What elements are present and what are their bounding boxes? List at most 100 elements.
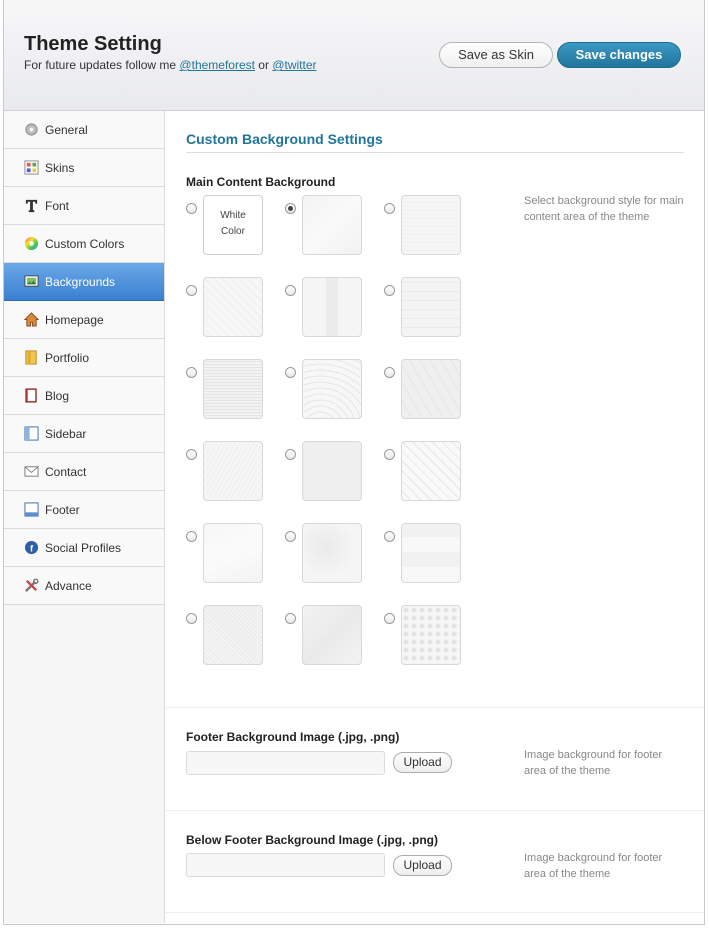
- bg-swatch[interactable]: [302, 359, 362, 419]
- bg-swatch[interactable]: [401, 523, 461, 583]
- image-icon: [24, 275, 39, 287]
- main-bg-help: Select background style for main content…: [524, 195, 684, 223]
- sidebar-item-backgrounds[interactable]: Backgrounds: [4, 263, 164, 301]
- footer-bg-label: Footer Background Image (.jpg, .png): [186, 730, 400, 744]
- bg-swatch[interactable]: [401, 359, 461, 419]
- sidebar-item-label: Custom Colors: [45, 237, 125, 251]
- bg-option-radio-selected[interactable]: [285, 203, 296, 214]
- save-as-skin-button[interactable]: Save as Skin: [439, 42, 553, 68]
- sidebar-item-portfolio[interactable]: Portfolio: [4, 339, 164, 377]
- subtitle: For future updates follow me @themefores…: [24, 58, 317, 72]
- page-title: Theme Setting: [24, 33, 162, 55]
- sidebar-item-skins[interactable]: Skins: [4, 149, 164, 187]
- main-bg-label: Main Content Background: [186, 175, 336, 189]
- color-wheel-icon: [24, 236, 39, 251]
- bg-option-radio[interactable]: [186, 203, 197, 214]
- sidebar-item-label: Font: [45, 199, 70, 213]
- social-icon: f: [24, 540, 39, 555]
- white-line-2: Color: [221, 226, 245, 237]
- bg-swatch[interactable]: [203, 277, 263, 337]
- bg-option-radio[interactable]: [186, 449, 197, 460]
- sidebar-item-advance[interactable]: Advance: [4, 567, 164, 605]
- bg-option-radio[interactable]: [384, 613, 395, 624]
- bg-swatch[interactable]: [401, 605, 461, 665]
- sidebar-item-social-profiles[interactable]: f Social Profiles: [4, 529, 164, 567]
- subtitle-text: For future updates follow me: [24, 58, 180, 72]
- palette-grid-icon: [24, 160, 39, 175]
- sidebar-item-homepage[interactable]: Homepage: [4, 301, 164, 339]
- below-footer-bg-file-field[interactable]: [186, 853, 385, 877]
- bg-swatch[interactable]: [302, 523, 362, 583]
- bg-swatch[interactable]: [302, 605, 362, 665]
- sidebar-item-general[interactable]: General: [4, 111, 164, 149]
- bg-swatch[interactable]: [401, 277, 461, 337]
- bg-option-radio[interactable]: [285, 449, 296, 460]
- bg-option-radio[interactable]: [384, 367, 395, 378]
- below-footer-bg-upload-button[interactable]: Upload: [393, 855, 452, 876]
- bg-option-radio[interactable]: [186, 613, 197, 624]
- bg-option-radio[interactable]: [186, 367, 197, 378]
- main-content: Custom Background Settings Main Content …: [166, 111, 704, 923]
- subtitle-or: or: [254, 58, 273, 72]
- sidebar-nav: General Skins Font Custom Colors Backgro…: [4, 111, 165, 923]
- bg-option-radio[interactable]: [285, 367, 296, 378]
- bg-swatch[interactable]: [302, 277, 362, 337]
- sidebar-item-label: Advance: [45, 579, 92, 593]
- bg-option-radio[interactable]: [384, 285, 395, 296]
- sidebar-item-label: Footer: [45, 503, 80, 517]
- house-icon: [24, 312, 39, 327]
- sidebar-item-font[interactable]: Font: [4, 187, 164, 225]
- twitter-link[interactable]: @twitter: [272, 58, 316, 72]
- footer-bg-upload-button[interactable]: Upload: [393, 752, 452, 773]
- sidebar-item-custom-colors[interactable]: Custom Colors: [4, 225, 164, 263]
- bg-option-radio[interactable]: [285, 531, 296, 542]
- below-footer-bg-label: Below Footer Background Image (.jpg, .pn…: [186, 833, 439, 847]
- sidebar-item-label: Backgrounds: [45, 275, 116, 289]
- sidebar-item-label: Skins: [45, 161, 75, 175]
- theme-settings-panel: Theme Setting For future updates follow …: [3, 0, 705, 925]
- bg-option-radio[interactable]: [384, 203, 395, 214]
- sidebar-item-label: Blog: [45, 389, 70, 403]
- book-icon: [25, 388, 37, 403]
- sidebar-item-blog[interactable]: Blog: [4, 377, 164, 415]
- sidebar-item-label: Homepage: [45, 313, 104, 327]
- tools-icon: [25, 578, 39, 592]
- envelope-icon: [24, 466, 39, 477]
- below-footer-bg-help: Image background for footer area of the …: [524, 852, 663, 880]
- bg-swatch-white[interactable]: White Color: [203, 195, 263, 255]
- bg-option-radio[interactable]: [186, 531, 197, 542]
- bg-option-radio[interactable]: [285, 613, 296, 624]
- bg-option-radio[interactable]: [384, 531, 395, 542]
- bg-swatch[interactable]: [401, 441, 461, 501]
- sidebar-item-label: Sidebar: [45, 427, 87, 441]
- sidebar-item-label: Social Profiles: [45, 541, 122, 555]
- sidebar-item-sidebar[interactable]: Sidebar: [4, 415, 164, 453]
- sidebar-item-label: Contact: [45, 465, 87, 479]
- footer-bg-file-field[interactable]: [186, 751, 385, 775]
- bg-swatch[interactable]: [401, 195, 461, 255]
- folder-icon: [25, 350, 37, 365]
- sidebar-icon: [24, 426, 39, 441]
- bg-option-radio[interactable]: [384, 449, 395, 460]
- bg-swatch[interactable]: [302, 195, 362, 255]
- bg-swatch[interactable]: [302, 441, 362, 501]
- section-divider: [166, 810, 704, 811]
- bg-swatch[interactable]: [203, 523, 263, 583]
- bg-swatch[interactable]: [203, 359, 263, 419]
- font-t-icon: [25, 199, 38, 213]
- bg-swatch[interactable]: [203, 441, 263, 501]
- gear-icon: [25, 123, 38, 136]
- header: Theme Setting For future updates follow …: [4, 0, 704, 111]
- sidebar-item-label: General: [45, 123, 88, 137]
- footer-bg-help: Image background for footer area of the …: [524, 749, 663, 777]
- bg-option-radio[interactable]: [186, 285, 197, 296]
- section-divider: [186, 152, 684, 153]
- themeforest-link[interactable]: @themeforest: [179, 58, 255, 72]
- sidebar-item-label: Portfolio: [45, 351, 90, 365]
- bg-swatch[interactable]: [203, 605, 263, 665]
- sidebar-item-contact[interactable]: Contact: [4, 453, 164, 491]
- bg-option-radio[interactable]: [285, 285, 296, 296]
- sidebar-item-footer[interactable]: Footer: [4, 491, 164, 529]
- footer-icon: [24, 502, 39, 517]
- save-changes-button[interactable]: Save changes: [557, 42, 681, 68]
